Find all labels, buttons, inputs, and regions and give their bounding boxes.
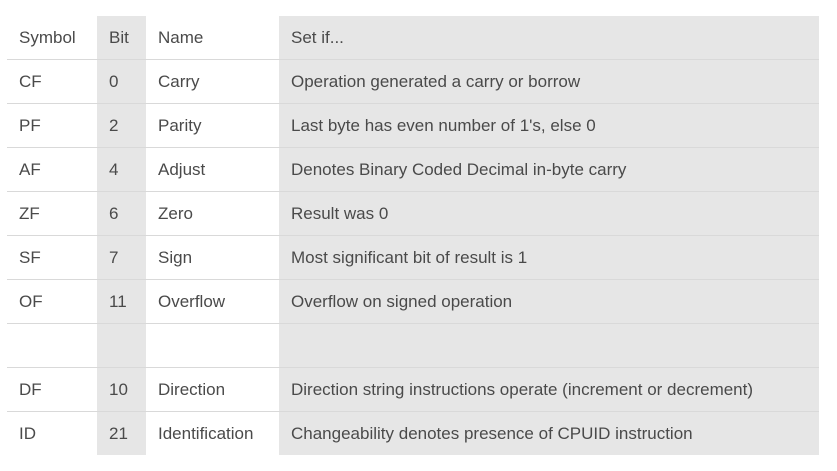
cell-symbol: DF [7,367,97,412]
cell-description: Operation generated a carry or borrow [279,59,819,104]
table-row: DF 10 Direction Direction string instruc… [7,367,819,412]
cell-symbol: PF [7,103,97,148]
cell-bit: 6 [97,191,146,236]
cell-name: Identification [146,411,279,455]
cell-bit [97,323,146,368]
header-name: Name [146,16,279,60]
cell-bit: 10 [97,367,146,412]
cell-description: Most significant bit of result is 1 [279,235,819,280]
cell-bit: 2 [97,103,146,148]
cell-description: Changeability denotes presence of CPUID … [279,411,819,455]
cell-bit: 21 [97,411,146,455]
table-row: SF 7 Sign Most significant bit of result… [7,235,819,280]
cell-description [279,323,819,368]
cell-bit: 7 [97,235,146,280]
header-bit: Bit [97,16,146,60]
cell-symbol: ID [7,411,97,455]
cell-name: Direction [146,367,279,412]
cell-symbol [7,323,97,368]
cell-name: Overflow [146,279,279,324]
cell-name: Adjust [146,147,279,192]
cell-symbol: ZF [7,191,97,236]
cell-bit: 4 [97,147,146,192]
cell-description: Result was 0 [279,191,819,236]
cell-bit: 11 [97,279,146,324]
cell-symbol: SF [7,235,97,280]
cell-name: Parity [146,103,279,148]
cell-name: Sign [146,235,279,280]
cell-bit: 0 [97,59,146,104]
header-symbol: Symbol [7,16,97,60]
table-header-row: Symbol Bit Name Set if... [7,16,819,60]
cell-symbol: OF [7,279,97,324]
table-row: ID 21 Identification Changeability denot… [7,411,819,455]
table-row: CF 0 Carry Operation generated a carry o… [7,59,819,104]
cell-description: Denotes Binary Coded Decimal in-byte car… [279,147,819,192]
table-row-empty [7,323,819,368]
cell-symbol: AF [7,147,97,192]
header-description: Set if... [279,16,819,60]
table-row: AF 4 Adjust Denotes Binary Coded Decimal… [7,147,819,192]
cell-symbol: CF [7,59,97,104]
flags-table: Symbol Bit Name Set if... CF 0 Carry Ope… [7,16,819,455]
table-row: ZF 6 Zero Result was 0 [7,191,819,236]
cell-name: Zero [146,191,279,236]
cell-description: Direction string instructions operate (i… [279,367,819,412]
cell-description: Last byte has even number of 1's, else 0 [279,103,819,148]
table-row: PF 2 Parity Last byte has even number of… [7,103,819,148]
cell-name: Carry [146,59,279,104]
cell-description: Overflow on signed operation [279,279,819,324]
table-row: OF 11 Overflow Overflow on signed operat… [7,279,819,324]
cell-name [146,323,279,368]
